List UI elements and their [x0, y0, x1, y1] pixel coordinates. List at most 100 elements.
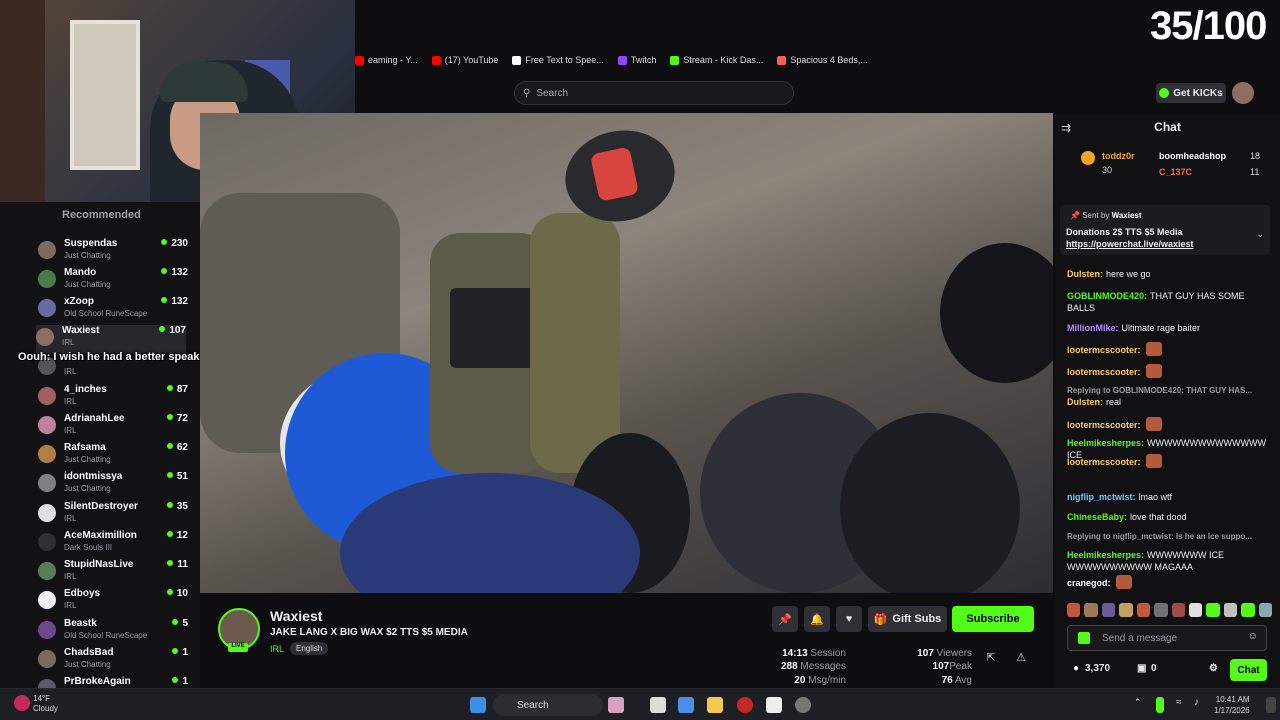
follow-button[interactable]: ♥	[836, 606, 862, 632]
sidebar-item[interactable]: idontmissya Just Chatting 51	[38, 471, 188, 499]
chat-username[interactable]: Heelmikesherpes:	[1067, 438, 1144, 448]
redeem-icon[interactable]: ▣	[1137, 663, 1146, 674]
user-avatar[interactable]	[1232, 82, 1254, 104]
emote-icon[interactable]	[1067, 603, 1081, 617]
sidebar-item[interactable]: StupidNasLive IRL 11	[38, 559, 188, 587]
chat-message[interactable]: lootermcscooter:	[1067, 364, 1272, 378]
chat-username[interactable]: lootermcscooter:	[1067, 367, 1141, 377]
sidebar-item[interactable]: Waxiest IRL 107	[36, 325, 186, 353]
emote-icon[interactable]	[1206, 603, 1220, 617]
emote-icon[interactable]	[1101, 603, 1116, 617]
gifter-name[interactable]: C_137C	[1159, 167, 1192, 177]
sidebar-item[interactable]: AdrianahLee IRL 72	[38, 413, 188, 441]
chat-username[interactable]: Dulsten:	[1067, 397, 1103, 407]
send-chat-button[interactable]: Chat	[1230, 659, 1267, 681]
sidebar-item[interactable]: AceMaximillion Dark Souls III 12	[38, 530, 188, 558]
chat-message[interactable]: Dulsten: here we go	[1067, 268, 1272, 280]
sidebar-item[interactable]: Edboys IRL 10	[38, 588, 188, 616]
notifications-icon[interactable]	[1266, 697, 1276, 713]
emote-icon[interactable]	[1119, 603, 1133, 617]
chat-message[interactable]: ChineseBaby: love that dood	[1067, 511, 1272, 523]
chat-username[interactable]: Replying to nigflip_mctwist: Is he an Ic…	[1067, 532, 1252, 541]
windows-start-icon[interactable]	[470, 697, 486, 713]
chat-message[interactable]: Replying to nigflip_mctwist: Is he an Ic…	[1067, 531, 1272, 543]
emoji-icon[interactable]: ☺	[1248, 631, 1258, 642]
top-gifter-name[interactable]: toddz0r	[1102, 151, 1135, 161]
taskbar-search[interactable]: Search	[493, 694, 603, 716]
chevron-down-icon[interactable]: ⌄	[1256, 229, 1264, 240]
emote-icon[interactable]	[1188, 603, 1203, 617]
chat-username[interactable]: ChineseBaby:	[1067, 512, 1127, 522]
sidebar-item[interactable]: ChadsBad Just Chatting 1	[38, 647, 188, 675]
bookmark-item[interactable]: Twitch	[617, 55, 656, 65]
chat-username[interactable]: Replying to GOBLINMODE420: THAT GUY HAS.…	[1067, 386, 1252, 395]
sidebar-item[interactable]: Suspendas Just Chatting 230	[38, 238, 188, 266]
microphone-icon[interactable]	[1156, 697, 1164, 713]
emote-icon[interactable]	[1136, 603, 1151, 617]
volume-icon[interactable]: ♪	[1194, 697, 1210, 713]
pinned-link[interactable]: https://powerchat.live/waxiest	[1066, 239, 1194, 249]
points-balance[interactable]: 3,370	[1085, 663, 1110, 674]
share-button[interactable]: ⇱	[978, 644, 1004, 670]
chat-username[interactable]: Heelmikesherpes:	[1067, 550, 1144, 560]
sidebar-item[interactable]: xZoop Old School RuneScape 132	[38, 296, 188, 324]
weather-widget[interactable]: 14°F Cloudy	[33, 694, 58, 714]
video-player[interactable]	[200, 113, 1053, 593]
store-icon[interactable]	[766, 697, 782, 713]
chat-username[interactable]: lootermcscooter:	[1067, 420, 1141, 430]
chat-username[interactable]: nigflip_mctwist:	[1067, 492, 1136, 502]
bookmark-item[interactable]: (17) YouTube	[431, 55, 498, 65]
settings-icon[interactable]: ⚙	[1209, 663, 1218, 674]
subscribe-button[interactable]: Subscribe	[952, 606, 1034, 632]
pinned-message[interactable]: 📌 Sent by Waxiest Donations 2$ TTS $5 Me…	[1060, 205, 1270, 255]
get-kicks-button[interactable]: Get KICKs	[1156, 83, 1226, 103]
chat-message[interactable]: MillionMike: Ultimate rage baiter	[1067, 322, 1272, 334]
clock[interactable]: 10:41 AM 1/17/2026	[1214, 694, 1250, 716]
language-tag[interactable]: English	[290, 642, 329, 655]
chat-message[interactable]: lootermcscooter:	[1067, 342, 1272, 356]
chat-username[interactable]: GOBLINMODE420:	[1067, 291, 1147, 301]
sidebar-item[interactable]: Mando Just Chatting 132	[38, 267, 188, 295]
chat-message[interactable]: lootermcscooter:	[1067, 454, 1272, 468]
gift-subs-button[interactable]: 🎁 Gift Subs	[868, 606, 947, 632]
wifi-icon[interactable]: ≈	[1176, 697, 1192, 713]
file-explorer-icon[interactable]	[707, 697, 723, 713]
sidebar-item[interactable]: SilentDestroyer IRL 35	[38, 501, 188, 529]
obs-icon[interactable]	[795, 697, 811, 713]
site-search-input[interactable]: ⚲ Search	[514, 81, 794, 105]
task-view-icon[interactable]	[650, 697, 666, 713]
report-button[interactable]: ⚠	[1008, 644, 1034, 670]
chat-username[interactable]: MillionMike:	[1067, 323, 1119, 333]
emote-icon[interactable]	[1223, 603, 1238, 617]
sidebar-item[interactable]: Rafsama Just Chatting 62	[38, 442, 188, 470]
chat-message[interactable]: nigflip_mctwist: lmao wtf	[1067, 491, 1272, 503]
opera-gx-icon[interactable]	[737, 697, 753, 713]
chat-message[interactable]: Heelmikesherpes: WWWWWWW ICE WWWWWWWWWW M…	[1067, 549, 1272, 573]
stream-category[interactable]: IRL	[270, 644, 284, 654]
emote-icon[interactable]	[1084, 603, 1098, 617]
chat-message[interactable]: Dulsten: real	[1067, 396, 1272, 408]
bookmark-item[interactable]: Stream - Kick Das...	[670, 55, 763, 65]
bookmark-item[interactable]: Free Text to Spee...	[512, 55, 604, 65]
emote-icon[interactable]	[1241, 603, 1255, 617]
chat-input[interactable]: Send a message ☺	[1067, 625, 1267, 651]
chat-username[interactable]: cranegod:	[1067, 578, 1111, 588]
pin-button[interactable]: 📌	[772, 606, 798, 632]
widgets-icon[interactable]	[608, 697, 624, 713]
copilot-icon[interactable]	[678, 697, 694, 713]
gift-icon[interactable]	[1078, 632, 1090, 644]
emote-icon[interactable]	[1154, 603, 1168, 617]
chat-message[interactable]: GOBLINMODE420: THAT GUY HAS SOME BALLS	[1067, 290, 1272, 314]
gifter-name[interactable]: boomheadshop	[1159, 151, 1226, 161]
bookmark-item[interactable]: Spacious 4 Beds,...	[777, 55, 868, 65]
bookmark-item[interactable]: eaming - Y...	[355, 55, 418, 65]
chat-username[interactable]: lootermcscooter:	[1067, 345, 1141, 355]
sidebar-item[interactable]: Beastk Old School RuneScape 5	[38, 618, 188, 646]
sidebar-item[interactable]: 4_inches IRL 87	[38, 384, 188, 412]
chat-message[interactable]: cranegod:	[1067, 575, 1272, 589]
chat-username[interactable]: lootermcscooter:	[1067, 457, 1141, 467]
chat-username[interactable]: Dulsten:	[1067, 269, 1103, 279]
emote-icon[interactable]	[1171, 603, 1185, 617]
chat-message[interactable]: lootermcscooter:	[1067, 417, 1272, 431]
notifications-button[interactable]: 🔔	[804, 606, 830, 632]
